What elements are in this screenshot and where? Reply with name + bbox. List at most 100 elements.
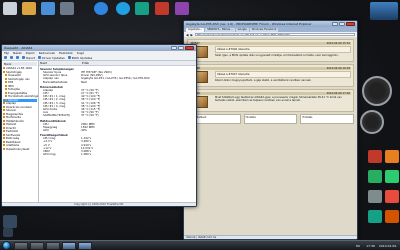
tray-app-icon-2[interactable]	[385, 150, 399, 163]
maximize-button[interactable]	[339, 22, 345, 26]
menu-item[interactable]: Fájl	[4, 51, 9, 55]
tray-app-icon-5[interactable]	[368, 190, 382, 203]
table-row[interactable]: GPU mag 1.080 V	[39, 153, 196, 156]
forum-page: #7647 2010-04-09 15:32 Válasz a #7646 üz…	[184, 37, 357, 239]
menu-item[interactable]: Súgó	[77, 51, 85, 55]
post-date: 2010-04-09 17:20	[326, 92, 350, 96]
back-icon[interactable]: ◀	[186, 33, 188, 37]
aida-window[interactable]: Összesítő - AIDA64 Fájl Nézet Riport Ked…	[1, 44, 197, 207]
close-button[interactable]	[185, 46, 194, 50]
browser-status-bar: Internet | Védett mód: be	[184, 235, 357, 239]
cpu-meter-gadget-icon[interactable]	[360, 110, 384, 134]
ad-box[interactable]: Hirdetés	[243, 114, 298, 125]
bios-updates-button[interactable]: BIOS Updates	[67, 55, 93, 60]
recycle-bin-icon[interactable]	[3, 2, 17, 15]
sensor-details: Mező Érték Szenzor tulajdonságai Szenzor…	[39, 61, 196, 202]
minimize-button[interactable]	[171, 46, 177, 50]
forward-button[interactable]	[10, 56, 13, 59]
start-button[interactable]	[2, 241, 11, 250]
report-label: Riport	[26, 55, 36, 60]
column-header: Mező Érték	[39, 61, 196, 66]
tray-app-icon-7[interactable]	[368, 210, 382, 223]
tray-app-icon-3[interactable]	[368, 170, 382, 183]
taskbar: HU 17:36 2010.04.09.	[0, 240, 400, 250]
minimize-button[interactable]	[332, 22, 338, 26]
app-icon[interactable]	[41, 2, 55, 15]
row-field: Burkolatbehatolás	[43, 80, 68, 84]
clock-gadget-icon[interactable]	[362, 76, 392, 106]
tray-app-icon-4[interactable]	[385, 170, 399, 183]
media-button[interactable]	[46, 241, 60, 250]
post-text: Szia! Igen, a BIOS update után is ugyane…	[215, 54, 339, 58]
row-field: GPU	[43, 129, 49, 133]
browser-tab[interactable]: SENIOR'S - Bérlés...	[205, 28, 235, 32]
browser-button[interactable]	[78, 241, 92, 250]
table-row[interactable]: SAMSUNG HD502HJ 37 °C (99 °F)	[39, 114, 196, 117]
shortcut-icon[interactable]	[3, 215, 17, 228]
forward-icon[interactable]: ▶	[190, 33, 192, 37]
forum-post: #7649 2010-04-09 17:20 Most futtattam eg…	[187, 89, 354, 113]
url-input[interactable]: http://prohardver.hu/tema/gigabyte_ga-p3…	[194, 33, 355, 36]
explorer-button[interactable]	[30, 241, 44, 250]
post-quote[interactable]: Válasz a #7647 üzenetre	[215, 71, 351, 79]
table-row[interactable]: Burkolatbehatolás Nem	[39, 81, 196, 84]
row-value: Gigabyte GA-P31 / GA-P35 / GA-P35K / GA-…	[81, 77, 150, 81]
skype-icon[interactable]	[116, 2, 130, 15]
navigation-tree: Menü AIDA64 v1.85.1600 Számítógép Összes…	[2, 61, 39, 202]
tray-app-icon[interactable]	[368, 150, 382, 163]
tray-app-icon-6[interactable]	[385, 190, 399, 203]
table-row[interactable]: GPU 40%	[39, 129, 196, 132]
menu-item[interactable]: Nézet	[13, 51, 22, 55]
system-tray: HU 17:36 2010.04.09.	[353, 244, 400, 248]
report-button[interactable]: Riport	[22, 56, 35, 60]
game-icon[interactable]	[155, 2, 169, 15]
post-text: Köszi! Akkor megnyugodtam, a gép stabil,…	[215, 79, 312, 83]
post-text: Most futtattam egy tesztet az AIDA64-gye…	[215, 96, 342, 103]
refresh-button[interactable]	[16, 56, 19, 59]
back-button[interactable]	[4, 56, 7, 59]
driver-updates-button[interactable]: Driver Updates	[38, 56, 65, 60]
browser-title: Gigabyte GA-P35-DS3 (rev. 1.0) - PROHARD…	[186, 22, 312, 26]
clock-date: 2010.04.09.	[378, 243, 397, 248]
media-icon[interactable]	[175, 2, 189, 15]
clock[interactable]: 17:36 2010.04.09.	[363, 244, 397, 248]
app-icon-2[interactable]	[135, 2, 149, 15]
post-meta: #7647 2010-04-09 15:32	[190, 42, 351, 46]
aida-title: Összesítő - AIDA64	[4, 46, 33, 50]
post-date: 2010-04-09 15:32	[326, 42, 350, 45]
row-value: 1.080 V	[81, 153, 92, 157]
browser-tab[interactable]: Gigabyte...	[186, 28, 205, 32]
shortcut-icon-2[interactable]	[3, 228, 13, 237]
close-button[interactable]	[346, 22, 355, 26]
aida-button[interactable]	[62, 241, 76, 250]
ie-button[interactable]	[14, 241, 28, 250]
post-date: 2010-04-09 16:04	[326, 67, 350, 71]
folder-icon[interactable]	[22, 2, 36, 15]
globe-icon[interactable]	[94, 2, 108, 15]
row-value: 37 °C (99 °F)	[81, 114, 99, 118]
tray-app-icon-8[interactable]	[385, 210, 399, 223]
menu-item[interactable]: Riport	[26, 51, 35, 55]
weather-gadget-icon[interactable]	[370, 2, 398, 20]
speaker-icon[interactable]	[60, 2, 74, 15]
clock-time: 17:36	[366, 243, 375, 248]
language-indicator[interactable]: HU	[356, 244, 360, 248]
browser-tab[interactable]: Windows Facebook	[249, 28, 279, 32]
post-meta: #7649 2010-04-09 17:20	[190, 92, 351, 96]
forum-post: #7648 2010-04-09 16:04 Válasz a #7647 üz…	[187, 64, 354, 88]
forum-post: #7647 2010-04-09 15:32 Válasz a #7646 üz…	[187, 39, 354, 63]
post-quote[interactable]: Válasz a #7646 üzenetre	[215, 46, 351, 54]
row-value: Nem	[81, 80, 88, 84]
tree-item[interactable]: Teljesítményteszt	[3, 147, 37, 152]
menu-item[interactable]: Eszközök	[59, 51, 73, 55]
browser-window[interactable]: Gigabyte GA-P35-DS3 (rev. 1.0) - PROHARD…	[183, 20, 358, 240]
post-meta: #7648 2010-04-09 16:04	[190, 67, 351, 71]
browser-tab[interactable]: Google	[235, 28, 249, 32]
column-value[interactable]: Érték	[81, 61, 90, 65]
bios-updates-label: BIOS Updates	[71, 55, 93, 60]
maximize-button[interactable]	[178, 46, 184, 50]
row-field: GPU mag	[43, 153, 56, 157]
column-field[interactable]: Mező	[39, 61, 81, 65]
ad-box[interactable]: Hirdetés	[300, 114, 355, 125]
menu-item[interactable]: Kedvencek	[39, 51, 55, 55]
